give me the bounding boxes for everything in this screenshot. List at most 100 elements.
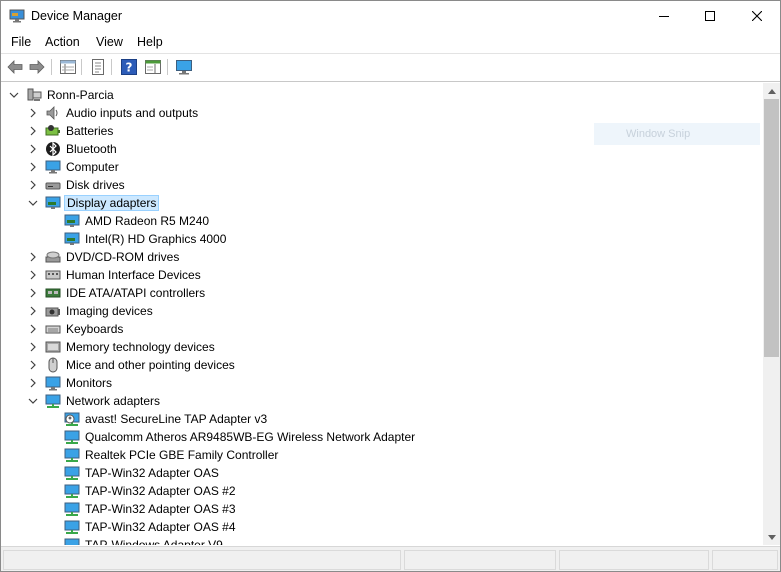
tree-device-tap-win32-adapter-oas[interactable]: TAP-Win32 Adapter OAS [1,464,761,482]
properties-button[interactable] [88,58,108,76]
tree-category-disk-drives[interactable]: Disk drives [1,176,761,194]
tree-category-audio-inputs-and-outputs[interactable]: Audio inputs and outputs [1,104,761,122]
close-icon [752,11,762,21]
close-button[interactable] [734,1,780,31]
show-hide-console-tree-button[interactable] [58,58,78,76]
minimize-button[interactable] [641,1,687,31]
child-display-icon [64,214,80,227]
chevron-right-icon[interactable] [27,179,39,191]
child-display-icon [64,232,80,245]
menu-action[interactable]: Action [45,35,80,49]
menu-view[interactable]: View [96,35,123,49]
tree-category-bluetooth[interactable]: Bluetooth [1,140,761,158]
tree-device-label: TAP-Win32 Adapter OAS #2 [85,484,236,498]
camera-icon [45,307,60,317]
display-adapter-icon [45,196,61,209]
menu-help[interactable]: Help [137,35,163,49]
bluetooth-icon [46,141,60,157]
tree-category-label: Human Interface Devices [66,268,201,282]
tree-category-monitors[interactable]: Monitors [1,374,761,392]
vertical-scrollbar[interactable] [763,83,780,545]
chevron-down-icon[interactable] [27,197,39,209]
tree-category-ide-ata-atapi-controllers[interactable]: IDE ATA/ATAPI controllers [1,284,761,302]
tree-device-tap-win32-adapter-oas-2[interactable]: TAP-Win32 Adapter OAS #2 [1,482,761,500]
child-network-icon [64,448,80,462]
toolbar: ? [1,54,780,82]
chevron-right-icon[interactable] [27,107,39,119]
forward-button[interactable] [27,58,47,76]
chevron-right-icon[interactable] [27,305,39,317]
tree-category-keyboards[interactable]: Keyboards [1,320,761,338]
chevron-right-icon[interactable] [27,287,39,299]
tree-category-memory-technology-devices[interactable]: Memory technology devices [1,338,761,356]
action-pane-button[interactable] [143,58,163,76]
network-adapter-icon [45,394,61,408]
speaker-icon [46,106,58,120]
scrollbar-thumb[interactable] [764,99,779,357]
tree-category-label: Keyboards [66,322,124,336]
tree-category-computer[interactable]: Computer [1,158,761,176]
tree-category-label: Computer [66,160,119,174]
chevron-right-icon[interactable] [27,125,39,137]
child-network-icon [64,430,80,444]
child-network-warning-icon [64,412,80,426]
tree-device-label: TAP-Windows Adapter V9 [85,538,223,545]
tree-category-label: Audio inputs and outputs [66,106,199,120]
tree-category-imaging-devices[interactable]: Imaging devices [1,302,761,320]
title-bar[interactable]: Device Manager [1,1,780,31]
maximize-button[interactable] [687,1,733,31]
tree-category-display-adapters[interactable]: Display adapters [1,194,761,212]
chevron-right-icon[interactable] [27,143,39,155]
chevron-down-icon[interactable] [27,395,39,407]
scroll-up-button[interactable] [763,83,780,99]
help-icon: ? [121,59,137,75]
hid-icon [45,270,61,280]
tree-category-label: Monitors [66,376,113,390]
device-tree[interactable]: Window Snip Ronn-Parcia Audio inputs and… [1,83,763,545]
menu-file[interactable]: File [11,35,31,49]
keyboard-icon [45,325,61,334]
forward-arrow-icon [29,60,45,74]
tree-device-label: Realtek PCIe GBE Family Controller [85,448,279,462]
chevron-right-icon[interactable] [27,341,39,353]
tree-device-qualcomm-atheros-ar9485wb-eg-wireless-network-adapter[interactable]: Qualcomm Atheros AR9485WB-EG Wireless Ne… [1,428,761,446]
tree-device-label: TAP-Win32 Adapter OAS #3 [85,502,236,516]
computer-root-icon [27,88,42,101]
chevron-right-icon[interactable] [27,359,39,371]
svg-text:?: ? [126,61,133,75]
tree-category-batteries[interactable]: Batteries [1,122,761,140]
chevron-right-icon[interactable] [27,161,39,173]
monitor-scan-icon [176,60,192,75]
tree-category-label: Disk drives [66,178,125,192]
tree-root-node[interactable]: Ronn-Parcia [1,86,761,104]
scan-for-hardware-changes-button[interactable] [174,58,194,76]
tree-category-human-interface-devices[interactable]: Human Interface Devices [1,266,761,284]
back-button[interactable] [5,58,25,76]
chevron-right-icon[interactable] [27,323,39,335]
tree-category-label: IDE ATA/ATAPI controllers [66,286,206,300]
tree-device-label: AMD Radeon R5 M240 [85,214,210,228]
tree-device-tap-win32-adapter-oas-3[interactable]: TAP-Win32 Adapter OAS #3 [1,500,761,518]
tree-device-realtek-pcie-gbe-family-controller[interactable]: Realtek PCIe GBE Family Controller [1,446,761,464]
tree-device-amd-radeon-r5-m240[interactable]: AMD Radeon R5 M240 [1,212,761,230]
chevron-right-icon[interactable] [27,377,39,389]
scroll-down-button[interactable] [763,529,780,545]
tree-device-tap-windows-adapter-v9[interactable]: TAP-Windows Adapter V9 [1,536,761,545]
help-button[interactable]: ? [119,58,139,76]
tree-device-label: avast! SecureLine TAP Adapter v3 [85,412,268,426]
chevron-right-icon[interactable] [27,251,39,263]
tree-device-avast-secureline-tap-adapter-v3[interactable]: avast! SecureLine TAP Adapter v3 [1,410,761,428]
tree-category-mice-and-other-pointing-devices[interactable]: Mice and other pointing devices [1,356,761,374]
child-network-icon [64,484,80,498]
battery-icon [45,125,60,136]
tree-category-label: Display adapters [64,195,160,211]
disk-drive-icon [45,182,61,190]
mouse-icon [48,357,58,373]
tree-category-dvd-cd-rom-drives[interactable]: DVD/CD-ROM drives [1,248,761,266]
tree-device-tap-win32-adapter-oas-4[interactable]: TAP-Win32 Adapter OAS #4 [1,518,761,536]
chevron-right-icon[interactable] [27,269,39,281]
toolbar-separator [51,59,52,75]
chevron-down-icon[interactable] [8,89,20,101]
tree-category-network-adapters[interactable]: Network adapters [1,392,761,410]
tree-device-intel-r-hd-graphics-4000[interactable]: Intel(R) HD Graphics 4000 [1,230,761,248]
